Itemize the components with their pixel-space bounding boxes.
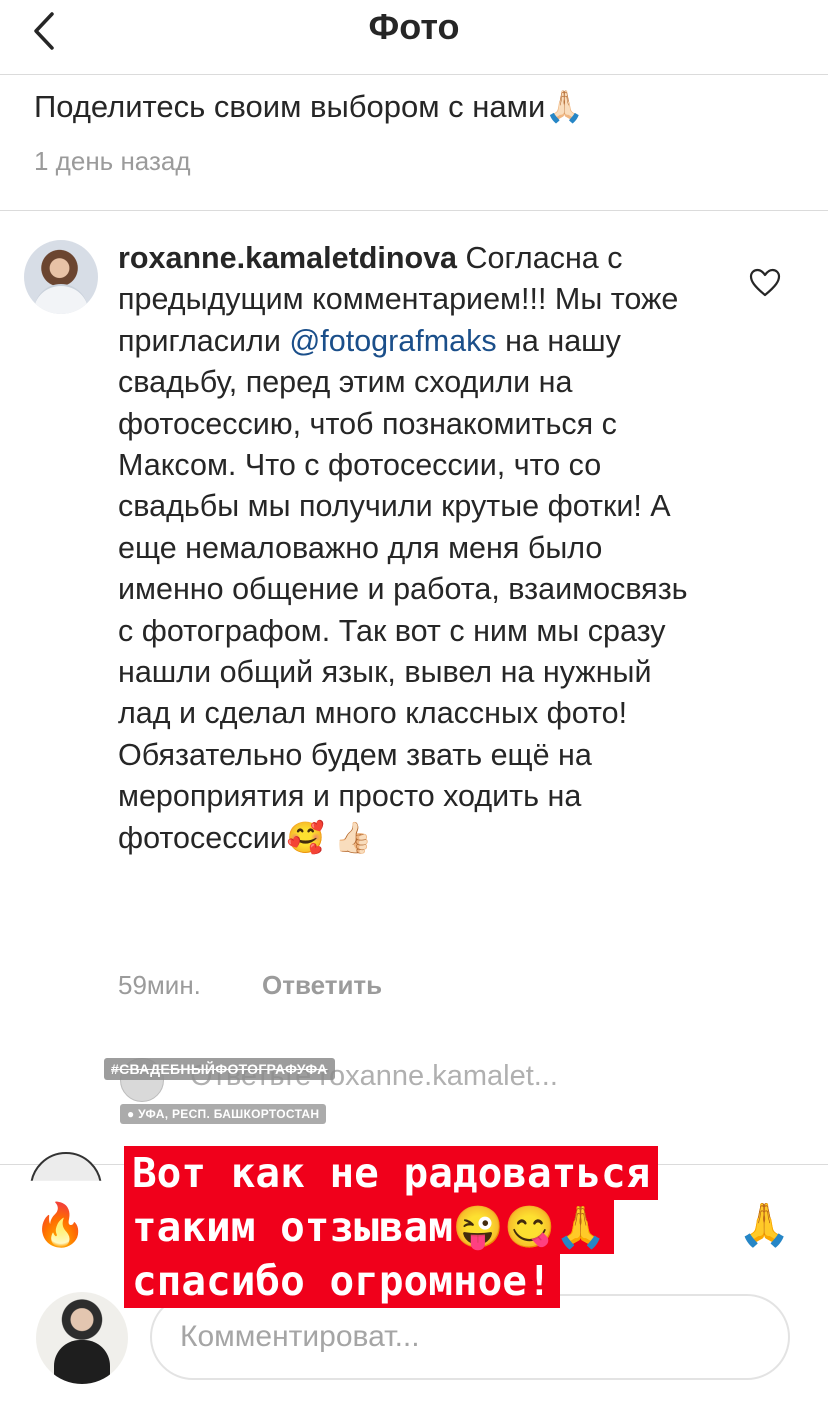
story-text-line-3: спасибо огромное! xyxy=(124,1254,560,1308)
comment-username[interactable]: roxanne.kamaletdinova xyxy=(118,241,457,275)
comment-timestamp: 59мин. xyxy=(118,970,201,1000)
heart-outline-icon[interactable] xyxy=(748,266,782,300)
comment-emojis: 🥰 👍🏻 xyxy=(286,820,373,856)
comment-text-part2: на нашу свадьбу, перед этим сходили на ф… xyxy=(118,323,688,855)
pray-emoji: 🙏🏻 xyxy=(545,89,584,125)
reply-button[interactable]: Ответить xyxy=(262,970,382,1001)
caption-text: Поделитесь своим выбором с нами🙏🏻 xyxy=(34,88,584,125)
current-user-avatar xyxy=(36,1292,128,1384)
page-title: Фото xyxy=(368,6,460,47)
hashtag-sticker: #СВАДЕБНЫЙФОТОГРАФУФА xyxy=(104,1058,335,1080)
caption-cutoff-line xyxy=(34,78,694,86)
avatar-shirt xyxy=(34,284,88,314)
mention-link[interactable]: @fotografmaks xyxy=(289,324,496,358)
story-text-line-2: таким отзывам😜😋🙏 xyxy=(124,1200,615,1254)
comment-text: roxanne.kamaletdinova Согласна с предыду… xyxy=(118,238,698,859)
story-text-overlay: Вот как не радоваться таким отзывам😜😋🙏 с… xyxy=(124,1146,784,1308)
caption-text-line: Поделитесь своим выбором с нами xyxy=(34,89,546,124)
location-sticker: ● УФА, РЕСП. БАШКОРТОСТАН xyxy=(120,1104,327,1124)
top-bar: Фото xyxy=(0,0,828,75)
caption-timestamp: 1 день назад xyxy=(34,146,191,176)
avatar[interactable] xyxy=(24,240,98,314)
divider xyxy=(0,210,828,211)
avatar-body xyxy=(54,1340,110,1384)
fire-reaction-button[interactable]: 🔥 xyxy=(34,1200,86,1250)
story-text-line-1: Вот как не радоваться xyxy=(124,1146,659,1200)
